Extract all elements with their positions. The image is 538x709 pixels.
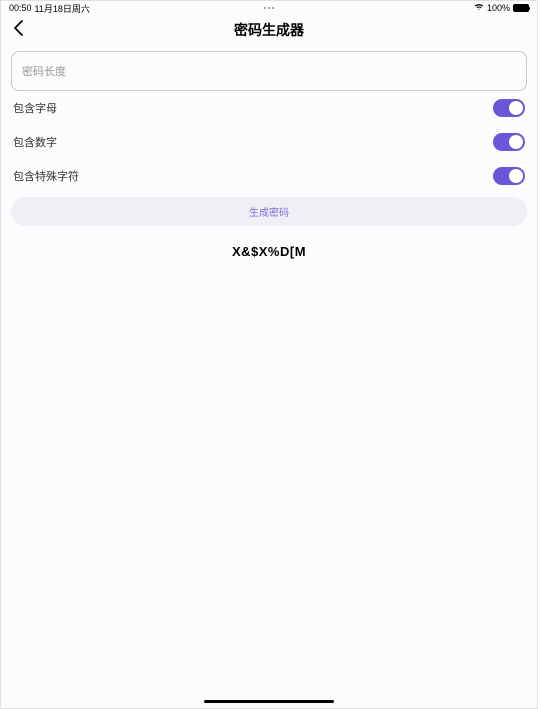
option-numbers-row: 包含数字 bbox=[11, 125, 527, 159]
status-bar: 00:50 11月18日周六 100% bbox=[1, 1, 537, 15]
status-time: 00:50 bbox=[9, 3, 32, 13]
page-title: 密码生成器 bbox=[234, 20, 304, 40]
option-letters-label: 包含字母 bbox=[13, 100, 57, 116]
option-special-row: 包含特殊字符 bbox=[11, 159, 527, 193]
status-date: 11月18日周六 bbox=[35, 2, 90, 15]
option-numbers-toggle[interactable] bbox=[493, 133, 525, 151]
battery-icon bbox=[513, 4, 529, 12]
status-left: 00:50 11月18日周六 bbox=[9, 2, 90, 15]
option-letters-toggle[interactable] bbox=[493, 99, 525, 117]
generate-button[interactable]: 生成密码 bbox=[11, 197, 527, 226]
status-dots bbox=[264, 7, 274, 9]
home-indicator[interactable] bbox=[204, 700, 334, 703]
battery-percent: 100% bbox=[487, 3, 510, 13]
status-right: 100% bbox=[474, 3, 529, 13]
header: 密码生成器 bbox=[1, 15, 537, 45]
option-special-toggle[interactable] bbox=[493, 167, 525, 185]
password-length-input[interactable] bbox=[22, 66, 516, 78]
password-length-container bbox=[11, 51, 527, 91]
option-letters-row: 包含字母 bbox=[11, 91, 527, 125]
option-numbers-label: 包含数字 bbox=[13, 134, 57, 150]
option-special-label: 包含特殊字符 bbox=[13, 168, 79, 184]
wifi-icon bbox=[474, 3, 484, 13]
content: 包含字母 包含数字 包含特殊字符 生成密码 X&$X%D[M bbox=[1, 51, 537, 259]
password-output: X&$X%D[M bbox=[11, 244, 527, 259]
back-button[interactable] bbox=[13, 19, 24, 42]
generate-button-label: 生成密码 bbox=[249, 208, 289, 219]
